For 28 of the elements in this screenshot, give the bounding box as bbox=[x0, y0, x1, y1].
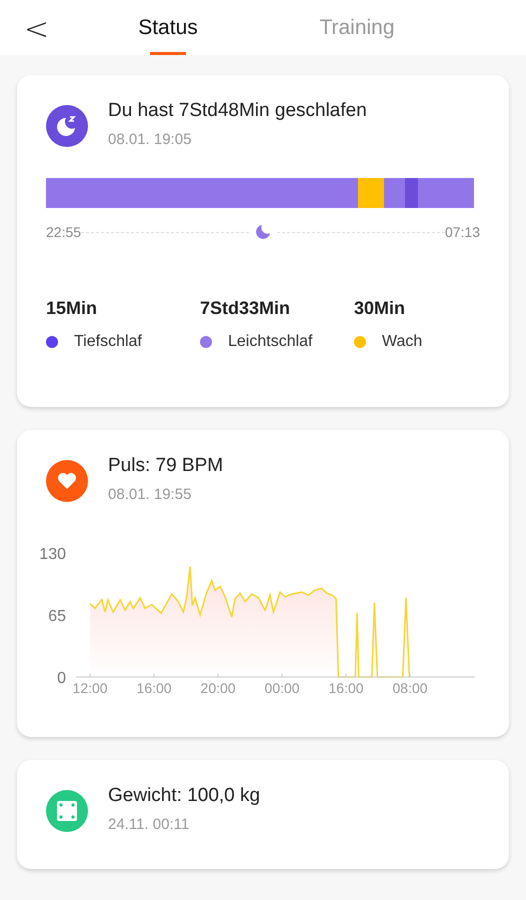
scale-icon bbox=[46, 790, 88, 832]
axis-label: 0 bbox=[57, 670, 66, 686]
timestamp: 08.01. 19:05 bbox=[108, 130, 192, 150]
axis-label: 16:00 bbox=[328, 680, 364, 696]
legend-label: Tiefschlaf bbox=[74, 332, 142, 352]
timestamp: 08.01. 19:55 bbox=[108, 485, 192, 505]
moon-icon bbox=[46, 105, 88, 147]
axis-label: 130 bbox=[39, 546, 66, 562]
axis-label: 12:00 bbox=[72, 680, 108, 696]
axis-label: 65 bbox=[48, 608, 66, 624]
duration: 7Std33Min bbox=[200, 296, 292, 320]
axis-label: 16:00 bbox=[136, 680, 172, 696]
end-time: 07:13 bbox=[444, 222, 480, 242]
tab[interactable]: Status bbox=[108, 0, 228, 55]
card-title: Puls: 79 BPM bbox=[108, 454, 224, 478]
timestamp: 24.11. 00:11 bbox=[108, 815, 190, 835]
legend-label: Leichtschlaf bbox=[228, 332, 312, 352]
axis-label: 20:00 bbox=[200, 680, 236, 696]
axis-label: 00:00 bbox=[264, 680, 300, 696]
start-time: 22:55 bbox=[46, 222, 82, 242]
axis-label: 08:00 bbox=[392, 680, 428, 696]
duration: 30Min bbox=[354, 296, 406, 320]
card-title: Du hast 7Std48Min geschlafen bbox=[108, 99, 367, 123]
back-button[interactable]: < bbox=[22, 12, 52, 48]
legend-label: Wach bbox=[382, 332, 422, 352]
card-title: Gewicht: 100,0 kg bbox=[108, 784, 260, 808]
duration: 15Min bbox=[46, 296, 98, 320]
moon-icon bbox=[255, 224, 271, 240]
